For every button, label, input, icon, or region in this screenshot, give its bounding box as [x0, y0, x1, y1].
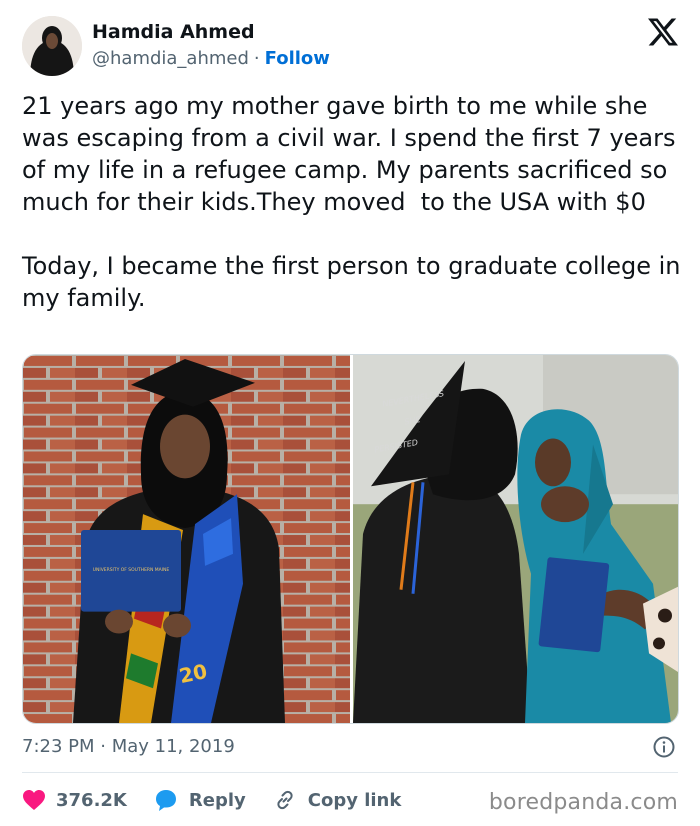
copy-link-button[interactable]: Copy link	[272, 788, 402, 812]
tweet-paragraph: Today, I became the first person to grad…	[22, 252, 689, 312]
link-icon	[277, 790, 293, 810]
tweet-paragraph: 21 years ago my mother gave birth to me …	[22, 92, 684, 216]
graduate-photo[interactable]: 20 UNIVERSITY OF SOUTHERN MAINE	[23, 355, 350, 723]
copy-link-label: Copy link	[307, 789, 402, 811]
reply-button[interactable]: Reply	[153, 788, 246, 812]
watermark: boredpanda.com	[488, 790, 678, 815]
follow-button[interactable]: Follow	[265, 48, 330, 69]
tweet-media[interactable]: 20 UNIVERSITY OF SOUTHERN MAINE NEVERTHE…	[22, 354, 679, 724]
author-meta: @hamdia_ahmed · Follow	[92, 48, 330, 69]
mother-photo[interactable]: NEVERTHELESS SHE PERSISTED	[353, 355, 679, 723]
tweet-timestamp[interactable]: 7:23 PM · May 11, 2019	[22, 736, 235, 757]
author-handle[interactable]: @hamdia_ahmed	[92, 48, 249, 69]
action-bar: 376.2K Reply Copy link	[22, 784, 427, 816]
author-name[interactable]: Hamdia Ahmed	[92, 21, 255, 43]
meta-separator: ·	[253, 48, 260, 69]
reply-label: Reply	[188, 789, 246, 811]
tweet-card: Hamdia Ahmed @hamdia_ahmed · Follow 21 yea…	[0, 0, 700, 826]
like-count: 376.2K	[56, 789, 127, 811]
reply-bubble-icon	[155, 790, 176, 811]
x-logo-icon[interactable]	[648, 17, 678, 47]
avatar[interactable]	[22, 16, 82, 76]
info-icon[interactable]	[652, 735, 676, 759]
diploma-text: UNIVERSITY OF SOUTHERN MAINE	[93, 567, 170, 573]
heart-icon	[23, 790, 45, 810]
divider	[22, 772, 678, 773]
like-button[interactable]: 376.2K	[22, 789, 127, 811]
tweet-text: 21 years ago my mother gave birth to me …	[22, 90, 682, 314]
